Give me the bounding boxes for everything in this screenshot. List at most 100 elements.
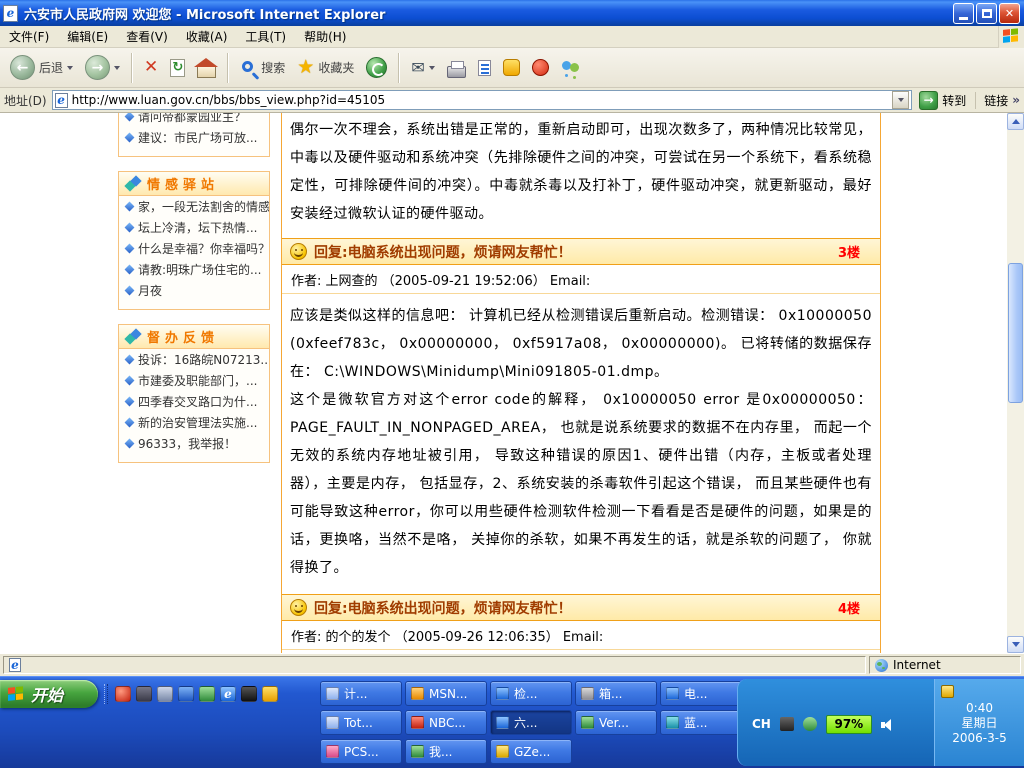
arrow-down-icon <box>1012 642 1020 647</box>
messenger-icon <box>503 59 520 76</box>
scroll-up-button[interactable] <box>1007 113 1024 130</box>
quick-launch-app-green-icon[interactable] <box>199 686 215 702</box>
tray-app-icon[interactable] <box>780 717 794 731</box>
links-chevron-icon: » <box>1012 93 1020 107</box>
quick-launch-app-blue-icon[interactable] <box>178 686 194 702</box>
contacts-button[interactable] <box>557 57 586 78</box>
home-button[interactable] <box>193 56 220 80</box>
chevron-down-icon <box>898 98 904 102</box>
sidebar-link[interactable]: 请教:明珠广场住宅的... <box>119 259 269 280</box>
reply-author-line: 作者: 上网查的 （2005-09-21 19:52:06） Email: <box>282 265 880 294</box>
task-button-active[interactable]: 六... <box>490 710 572 735</box>
quick-launch-qq-icon[interactable] <box>241 686 257 702</box>
sidebar-link[interactable]: 96333，我举报！ <box>119 433 269 454</box>
mail-dropdown-icon[interactable] <box>429 66 435 70</box>
refresh-button[interactable]: ↻ <box>166 57 189 79</box>
task-button[interactable]: Ver... <box>575 710 657 735</box>
clock-panel[interactable]: 0:40 星期日 2006-3-5 <box>934 679 1024 766</box>
forward-dropdown-icon[interactable] <box>114 66 120 70</box>
scroll-down-button[interactable] <box>1007 636 1024 653</box>
quick-launch-app-red-icon[interactable] <box>115 686 131 702</box>
task-button[interactable]: 检... <box>490 681 572 706</box>
menu-tools[interactable]: 工具(T) <box>236 25 295 48</box>
reply-header: 回复:电脑系统出现问题，烦请网友帮忙！ 3楼 <box>282 238 880 265</box>
tray-antivirus-icon[interactable] <box>803 717 817 731</box>
go-button[interactable]: → 转到 <box>917 91 968 110</box>
bullet-icon <box>125 265 135 275</box>
stop-button[interactable]: ✕ <box>140 57 162 78</box>
start-button[interactable]: 开始 <box>0 680 98 708</box>
quick-launch-app-dark-icon[interactable] <box>136 686 152 702</box>
sidebar-link[interactable]: 四季春交叉路口为什... <box>119 391 269 412</box>
task-button[interactable]: 计... <box>320 681 402 706</box>
scrollbar-thumb[interactable] <box>1008 263 1023 403</box>
url-text[interactable]: http://www.luan.gov.cn/bbs/bbs_view.php?… <box>72 93 889 107</box>
search-button[interactable]: 搜索 <box>236 57 289 78</box>
sidebar-link[interactable]: 新的治安管理法实施... <box>119 412 269 433</box>
address-bar: 地址(D) e http://www.luan.gov.cn/bbs/bbs_v… <box>0 88 1024 113</box>
menu-view[interactable]: 查看(V) <box>117 25 177 48</box>
print-button[interactable] <box>443 55 470 80</box>
task-button[interactable]: 我... <box>405 739 487 764</box>
back-label: 后退 <box>39 59 63 76</box>
messenger-button[interactable] <box>499 57 524 78</box>
app-window-icon <box>666 687 679 700</box>
task-button[interactable]: NBC... <box>405 710 487 735</box>
task-button[interactable]: GZe... <box>490 739 572 764</box>
reply-paragraph: 应该是类似这样的信息吧： 计算机已经从检测错误后重新启动。检测错误： 0x100… <box>290 302 872 386</box>
task-button[interactable]: Tot... <box>320 710 402 735</box>
bullet-icon <box>125 439 135 449</box>
quick-launch-bar: e <box>104 681 278 707</box>
status-bar: e Internet <box>0 653 1024 676</box>
quick-launch-ie-icon[interactable]: e <box>220 686 236 702</box>
vertical-scrollbar[interactable] <box>1007 113 1024 653</box>
links-menu[interactable]: 链接 » <box>975 92 1020 109</box>
scheduler-tray-icon[interactable] <box>941 685 954 698</box>
close-button[interactable]: ✕ <box>999 3 1020 24</box>
back-button[interactable]: ← 后退 <box>6 53 77 82</box>
sidebar-link[interactable]: 月夜 <box>119 280 269 301</box>
maximize-button[interactable] <box>976 3 997 24</box>
task-button[interactable]: PCS... <box>320 739 402 764</box>
forum-reply-4: 回复:电脑系统出现问题，烦请网友帮忙！ 4楼 作者: 的个的发个 （2005-0… <box>282 594 880 653</box>
task-button[interactable]: 电... <box>660 681 742 706</box>
quick-launch-app-yellow-icon[interactable] <box>262 686 278 702</box>
address-dropdown-button[interactable] <box>892 91 909 109</box>
task-button[interactable]: 蓝... <box>660 710 742 735</box>
quick-launch-media-icon[interactable] <box>157 686 173 702</box>
reply-body: 应该是类似这样的信息吧： 计算机已经从检测错误后重新启动。检测错误： 0x100… <box>282 294 880 594</box>
battery-indicator[interactable]: 97% <box>826 715 872 734</box>
red-app-button[interactable] <box>528 57 553 78</box>
back-dropdown-icon[interactable] <box>67 66 73 70</box>
sidebar-link[interactable]: 请问帝都蒙园业主？ <box>119 113 269 127</box>
edit-button[interactable] <box>474 58 495 78</box>
app-window-icon <box>326 745 339 758</box>
sidebar-link[interactable]: 什么是幸福？你幸福吗？ <box>119 238 269 259</box>
sidebar-link[interactable]: 坛上冷清，坛下热情... <box>119 217 269 238</box>
sidebar-link[interactable]: 市建委及职能部门，... <box>119 370 269 391</box>
history-button[interactable] <box>362 55 391 80</box>
mail-button[interactable]: ✉ <box>407 58 438 78</box>
sidebar-link[interactable]: 家，一段无法割舍的情感 <box>119 196 269 217</box>
menu-file[interactable]: 文件(F) <box>0 25 58 48</box>
red-app-icon <box>532 59 549 76</box>
address-label: 地址(D) <box>4 92 47 109</box>
task-button[interactable]: 箱... <box>575 681 657 706</box>
forward-button[interactable]: → <box>81 53 124 82</box>
ime-indicator[interactable]: CH <box>752 717 771 731</box>
minimize-button[interactable] <box>953 3 974 24</box>
sidebar-link[interactable]: 建议：市民广场可放... <box>119 127 269 148</box>
task-button[interactable]: MSN... <box>405 681 487 706</box>
system-tray: CH 97% 0:40 星期日 2006-3-5 <box>737 679 1024 766</box>
menu-help[interactable]: 帮助(H) <box>295 25 355 48</box>
menu-favorites[interactable]: 收藏(A) <box>177 25 237 48</box>
menu-edit[interactable]: 编辑(E) <box>58 25 117 48</box>
address-input[interactable]: e http://www.luan.gov.cn/bbs/bbs_view.ph… <box>52 90 913 110</box>
favorites-button[interactable]: ★ 收藏夹 <box>293 56 358 79</box>
clock-weekday: 星期日 <box>961 716 997 730</box>
navigation-toolbar: ← 后退 → ✕ ↻ 搜索 ★ 收藏夹 ✉ <box>0 48 1024 88</box>
sidebar-link[interactable]: 投诉：16路皖N07213... <box>119 349 269 370</box>
go-label: 转到 <box>942 92 966 109</box>
volume-icon[interactable] <box>881 718 896 731</box>
toolbar-grip[interactable] <box>104 684 108 704</box>
